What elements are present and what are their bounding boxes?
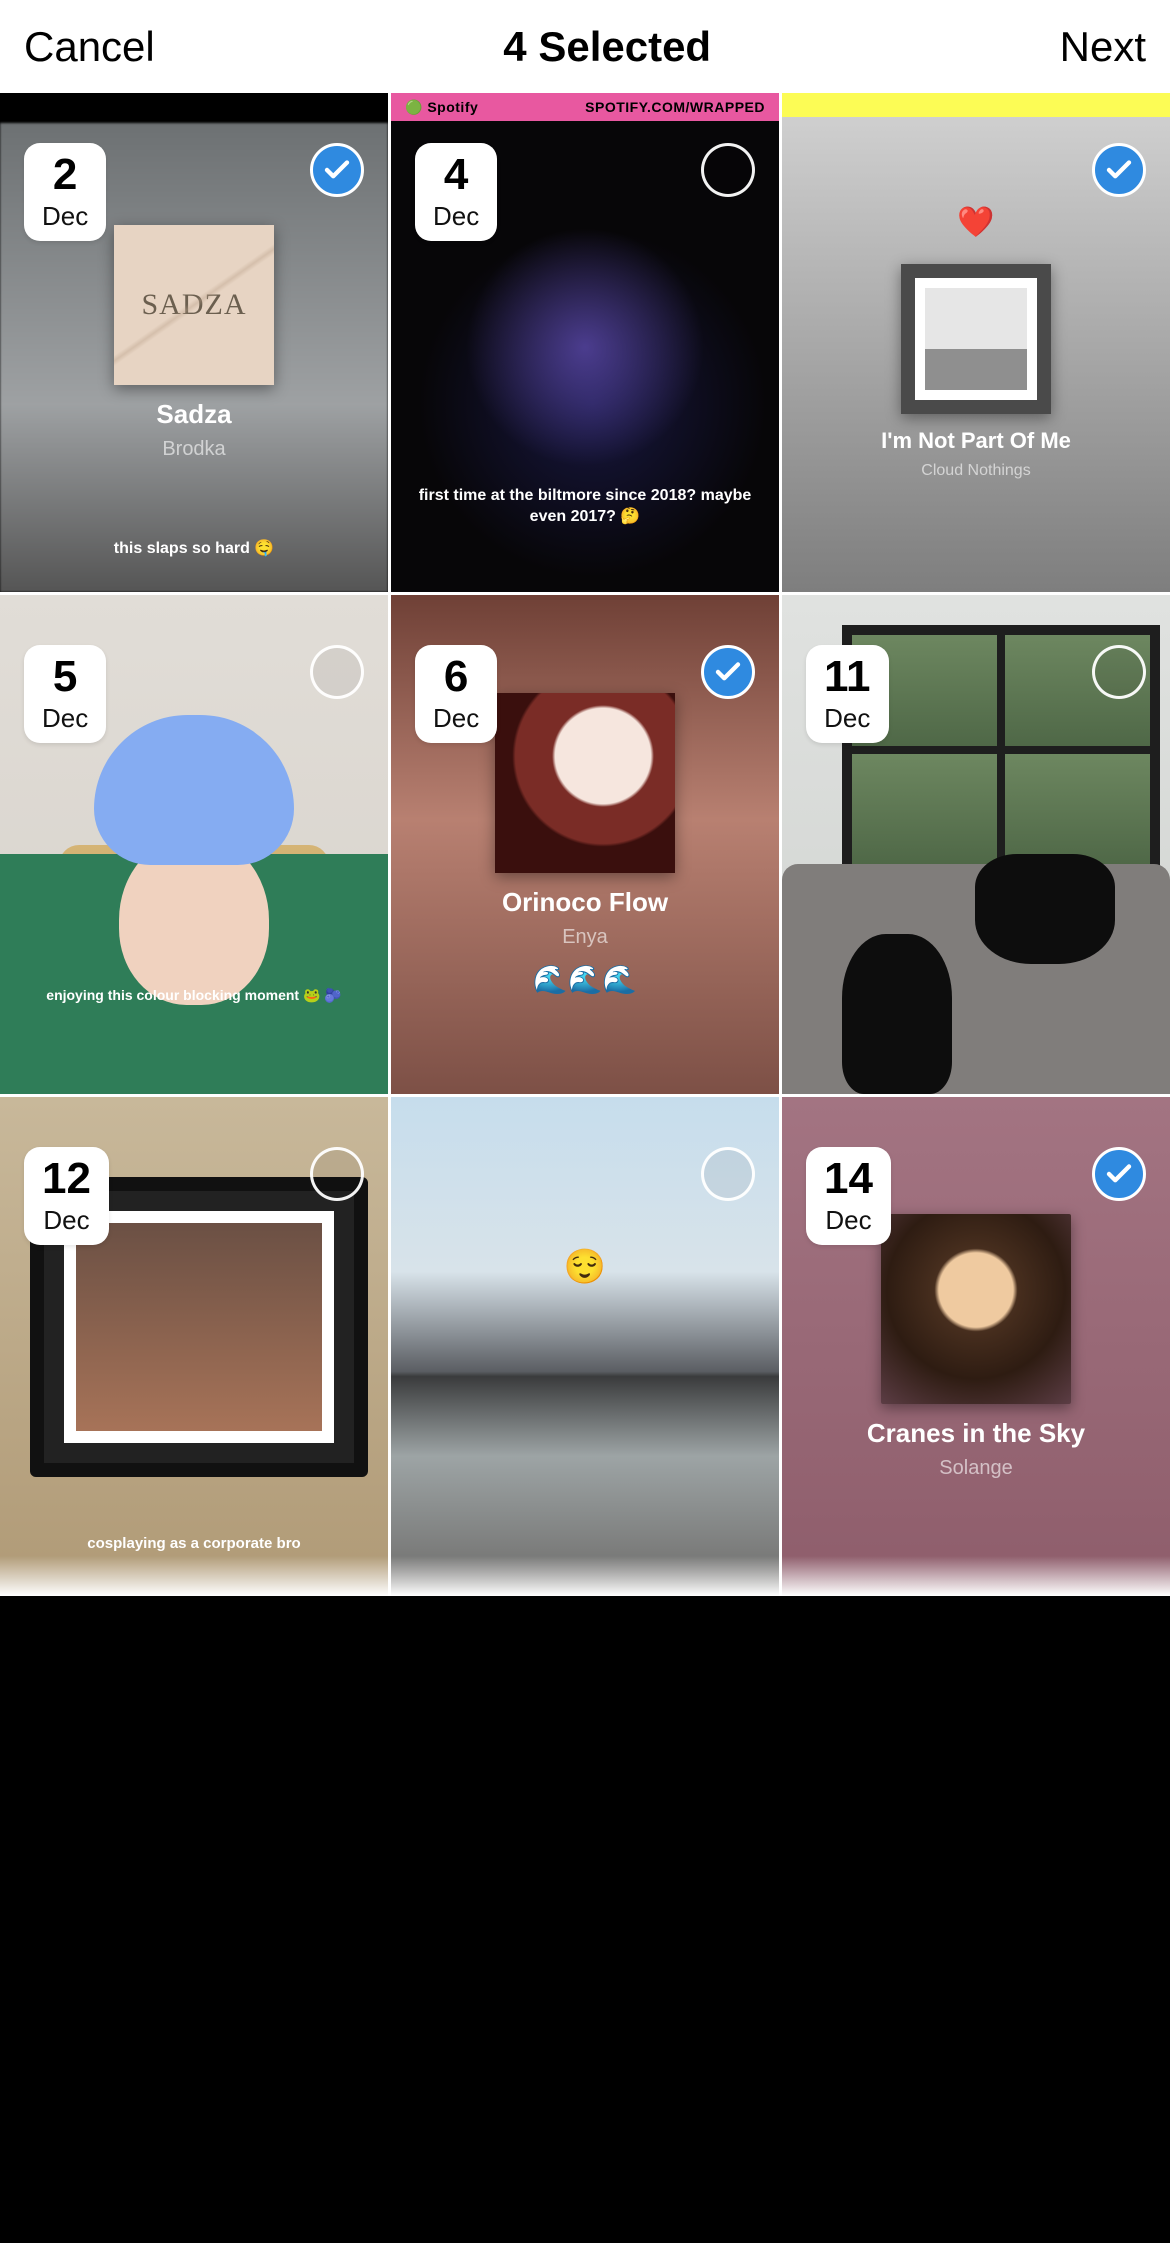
selection-toggle[interactable] bbox=[1092, 143, 1146, 197]
selection-header: Cancel 4 Selected Next bbox=[0, 0, 1170, 93]
date-badge: 11 Dec bbox=[806, 645, 889, 743]
date-badge: 5 Dec bbox=[24, 645, 106, 743]
song-artist: Enya bbox=[562, 926, 608, 949]
check-icon bbox=[322, 155, 352, 185]
song-artist: Cloud Nothings bbox=[921, 462, 1030, 480]
selection-toggle[interactable] bbox=[310, 1147, 364, 1201]
song-artist: Brodka bbox=[162, 438, 225, 461]
emoji: 😌 bbox=[391, 1247, 779, 1287]
song-title: Orinoco Flow bbox=[502, 887, 668, 918]
date-badge: 12 Dec bbox=[24, 1147, 109, 1245]
story-tile[interactable]: Cranes in the Sky Solange 14 Dec bbox=[782, 1097, 1170, 1596]
story-tile[interactable]: Orinoco Flow Enya 🌊🌊🌊 6 Dec bbox=[391, 595, 779, 1094]
story-tile[interactable]: 11 Dec bbox=[782, 595, 1170, 1094]
date-badge: 14 Dec bbox=[806, 1147, 891, 1245]
song-title: Sadza bbox=[156, 399, 231, 430]
story-grid: SADZA Sadza Brodka this slaps so hard 🤤 … bbox=[0, 93, 1170, 1596]
wave-emoji: 🌊🌊🌊 bbox=[533, 963, 638, 996]
story-caption: enjoying this colour blocking moment 🐸 🫐 bbox=[0, 987, 388, 1004]
selection-toggle[interactable] bbox=[701, 143, 755, 197]
story-caption: first time at the biltmore since 2018? m… bbox=[391, 486, 779, 528]
check-icon bbox=[1104, 1159, 1134, 1189]
story-tile[interactable]: SADZA Sadza Brodka this slaps so hard 🤤 … bbox=[0, 93, 388, 592]
selection-toggle[interactable] bbox=[310, 143, 364, 197]
page-title: 4 Selected bbox=[503, 23, 711, 71]
album-art bbox=[901, 264, 1051, 414]
spotify-header: 🟢 Spotify SPOTIFY.COM/WRAPPED bbox=[391, 93, 779, 121]
story-tile[interactable]: enjoying this colour blocking moment 🐸 🫐… bbox=[0, 595, 388, 1094]
selection-toggle[interactable] bbox=[1092, 645, 1146, 699]
date-badge: 6 Dec bbox=[415, 645, 497, 743]
next-button[interactable]: Next bbox=[1060, 23, 1146, 71]
story-caption: this slaps so hard 🤤 bbox=[0, 538, 388, 558]
story-tile[interactable]: cosplaying as a corporate bro 12 Dec bbox=[0, 1097, 388, 1596]
album-art: SADZA bbox=[114, 225, 274, 385]
story-tile[interactable]: 😌 bbox=[391, 1097, 779, 1596]
selection-toggle[interactable] bbox=[1092, 1147, 1146, 1201]
song-title: I'm Not Part Of Me bbox=[881, 428, 1071, 454]
album-art bbox=[881, 1214, 1071, 1404]
cancel-button[interactable]: Cancel bbox=[24, 23, 155, 71]
song-title: Cranes in the Sky bbox=[867, 1418, 1085, 1449]
check-icon bbox=[713, 657, 743, 687]
heart-icon: ❤️ bbox=[957, 205, 994, 240]
story-tile[interactable]: 🟢 Spotify SPOTIFY.COM/WRAPPED first time… bbox=[391, 93, 779, 592]
selection-toggle[interactable] bbox=[701, 645, 755, 699]
selection-toggle[interactable] bbox=[701, 1147, 755, 1201]
date-badge: 4 Dec bbox=[415, 143, 497, 241]
selection-toggle[interactable] bbox=[310, 645, 364, 699]
story-caption: cosplaying as a corporate bro bbox=[0, 1535, 388, 1552]
date-badge: 2 Dec bbox=[24, 143, 106, 241]
album-art bbox=[495, 693, 675, 873]
story-tile[interactable]: ❤️ I'm Not Part Of Me Cloud Nothings bbox=[782, 93, 1170, 592]
spotify-url: SPOTIFY.COM/WRAPPED bbox=[585, 99, 765, 115]
spotify-logo: 🟢 Spotify bbox=[405, 99, 478, 116]
song-artist: Solange bbox=[939, 1457, 1012, 1480]
check-icon bbox=[1104, 155, 1134, 185]
